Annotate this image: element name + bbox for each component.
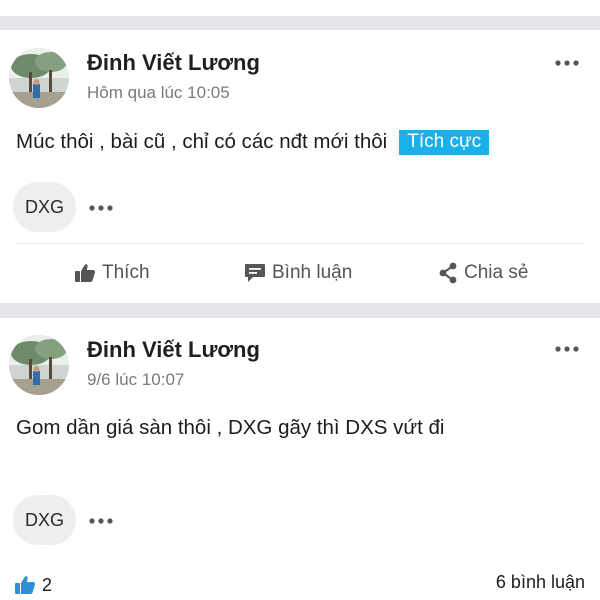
- ticker-chip[interactable]: DXG: [13, 495, 76, 545]
- feed-separator: [0, 303, 600, 318]
- like-count-value: 2: [42, 574, 53, 595]
- author-name[interactable]: Đinh Viết Lương: [87, 50, 260, 76]
- more-tickers-icon[interactable]: [88, 200, 114, 211]
- feed: Đinh Viết Lương Hôm qua lúc 10:05 Múc th…: [0, 0, 600, 600]
- comment-button[interactable]: Bình luận: [244, 258, 352, 288]
- post-content: Múc thôi , bài cũ , chỉ có các nđt mới t…: [16, 130, 490, 155]
- like-count[interactable]: 2: [14, 572, 52, 598]
- comment-icon: [244, 263, 266, 283]
- sentiment-badge: Tích cực: [399, 130, 490, 155]
- comment-label: Bình luận: [272, 262, 353, 283]
- avatar-image: [9, 48, 69, 108]
- post-text: Múc thôi , bài cũ , chỉ có các nđt mới t…: [16, 130, 388, 153]
- more-tickers-icon[interactable]: [88, 513, 114, 524]
- share-label: Chia sẻ: [464, 262, 529, 283]
- post-time: 9/6 lúc 10:07: [87, 370, 185, 389]
- comment-count[interactable]: 6 bình luận: [496, 572, 585, 593]
- more-options-icon[interactable]: [554, 58, 580, 68]
- share-icon: [438, 262, 458, 284]
- post-content: Gom dần giá sàn thôi , DXG gãy thì DXS v…: [16, 416, 444, 440]
- post-text: Gom dần giá sàn thôi , DXG gãy thì DXS v…: [16, 416, 445, 439]
- thumbs-up-icon: [14, 575, 36, 595]
- thumbs-up-icon: [74, 263, 96, 283]
- like-button[interactable]: Thích: [74, 258, 150, 288]
- ticker-chip[interactable]: DXG: [13, 182, 76, 232]
- avatar[interactable]: [9, 48, 69, 108]
- feed-separator: [0, 0, 600, 36]
- post-time: Hôm qua lúc 10:05: [87, 83, 230, 102]
- avatar[interactable]: [9, 335, 69, 395]
- more-options-icon[interactable]: [554, 344, 580, 354]
- avatar-image: [9, 335, 69, 395]
- like-label: Thích: [102, 262, 150, 283]
- share-button[interactable]: Chia sẻ: [438, 258, 528, 288]
- divider: [16, 243, 584, 244]
- author-name[interactable]: Đinh Viết Lương: [87, 337, 260, 363]
